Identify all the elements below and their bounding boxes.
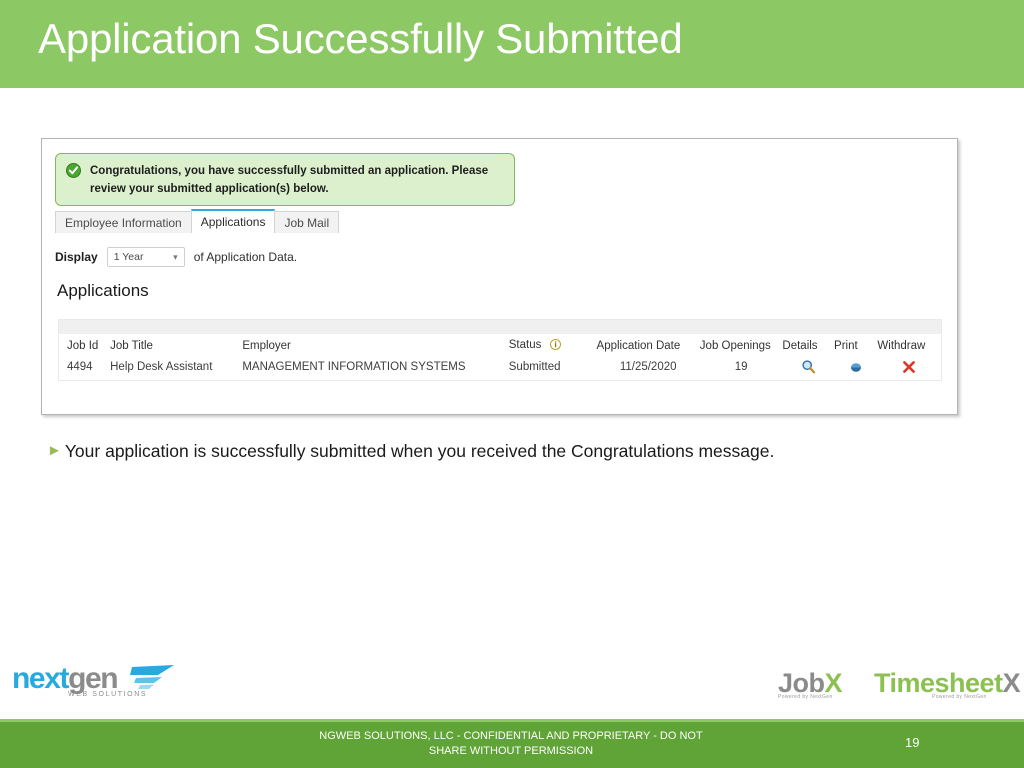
cell-status: Submitted [508, 360, 561, 373]
tab-employee-information[interactable]: Employee Information [55, 211, 192, 233]
success-alert-text: Congratulations, you have successfully s… [90, 165, 489, 195]
cell-job-title: Help Desk Assistant [110, 360, 213, 373]
col-employer[interactable]: Employer [242, 334, 508, 357]
col-job-id[interactable]: Job Id [59, 334, 111, 357]
cell-employer: MANAGEMENT INFORMATION SYSTEMS [242, 360, 466, 373]
green-check-circle-icon [66, 163, 81, 178]
table-header-row: Job Id Job Title Employer Status Applica… [59, 334, 942, 357]
slide-title-bar: Application Successfully Submitted [0, 0, 1024, 88]
display-label: Display [55, 250, 98, 264]
details-button[interactable] [782, 357, 834, 381]
cell-job-openings: 19 [734, 360, 748, 373]
red-x-icon [903, 360, 916, 373]
footer-accent-bar [0, 719, 1024, 722]
col-status-label: Status [508, 339, 542, 351]
chevron-down-icon: ▾ [173, 252, 178, 262]
page-title: Application Successfully Submitted [38, 15, 683, 62]
info-circle-icon[interactable] [549, 339, 561, 353]
applications-table: Job Id Job Title Employer Status Applica… [58, 334, 942, 381]
body-bullet-text: Your application is successfully submitt… [64, 441, 775, 461]
footer-line-2: SHARE WITHOUT PERMISSION [428, 745, 594, 757]
nextgen-logo-part2: gen [68, 662, 119, 695]
tab-applications[interactable]: Applications [190, 209, 276, 233]
slide-root: Application Successfully Submitted Congr… [0, 0, 1024, 768]
nextgen-swoosh-icon [130, 665, 174, 689]
slide-footer: NGWEB SOLUTIONS, LLC - CONFIDENTIAL AND … [0, 719, 1024, 768]
col-job-openings[interactable]: Job Openings [700, 334, 783, 357]
tab-bar: Employee Information Applications Job Ma… [55, 209, 340, 233]
page-number: 19 [905, 735, 920, 750]
table-row: 4494 Help Desk Assistant MANAGEMENT INFO… [59, 357, 942, 381]
success-alert: Congratulations, you have successfully s… [55, 153, 515, 206]
applications-table-wrap: Job Id Job Title Employer Status Applica… [58, 319, 942, 381]
col-withdraw: Withdraw [877, 340, 926, 352]
footer-line-1: NGWEB SOLUTIONS, LLC - CONFIDENTIAL AND … [319, 730, 703, 742]
col-status[interactable]: Status [509, 334, 597, 357]
jobx-powered-text: Powered by NextGen [778, 694, 833, 700]
grid-toolbar [58, 319, 942, 334]
cell-job-id: 4494 [67, 360, 93, 373]
printer-icon [850, 362, 861, 372]
embedded-screenshot: Congratulations, you have successfully s… [41, 138, 958, 415]
col-job-title[interactable]: Job Title [110, 334, 242, 357]
timesheetx-logo: TimesheetX Powered by NextGen [874, 663, 1021, 700]
applications-heading: Applications [57, 281, 149, 300]
withdraw-button[interactable] [877, 357, 941, 381]
jobx-logo: JobX Powered by NextGen [778, 666, 860, 700]
display-filter-row: Display 1 Year ▾ of Application Data. [55, 247, 297, 267]
print-button[interactable] [834, 357, 877, 381]
col-print: Print [834, 340, 858, 352]
footer-confidentiality-notice: NGWEB SOLUTIONS, LLC - CONFIDENTIAL AND … [280, 729, 742, 759]
product-logos: JobX Powered by NextGen TimesheetX Power… [778, 662, 1021, 710]
display-period-value: 1 Year [113, 251, 144, 263]
tab-job-mail[interactable]: Job Mail [274, 211, 340, 233]
cell-application-date: 11/25/2020 [619, 360, 677, 373]
bullet-arrow-icon: ► [47, 442, 62, 459]
col-details: Details [782, 340, 818, 352]
col-application-date[interactable]: Application Date [597, 334, 700, 357]
body-bullet: ► Your application is successfully submi… [47, 438, 774, 464]
display-suffix-label: of Application Data. [193, 250, 298, 264]
timesheetx-logo-mark: X [1002, 668, 1021, 698]
display-period-select[interactable]: 1 Year ▾ [106, 247, 185, 267]
screenshot-content: Congratulations, you have successfully s… [42, 139, 957, 414]
nextgen-logo: nextgen WEB SOLUTIONS [12, 662, 174, 709]
magnifier-icon [802, 360, 815, 374]
nextgen-logo-part1: next [12, 662, 69, 695]
